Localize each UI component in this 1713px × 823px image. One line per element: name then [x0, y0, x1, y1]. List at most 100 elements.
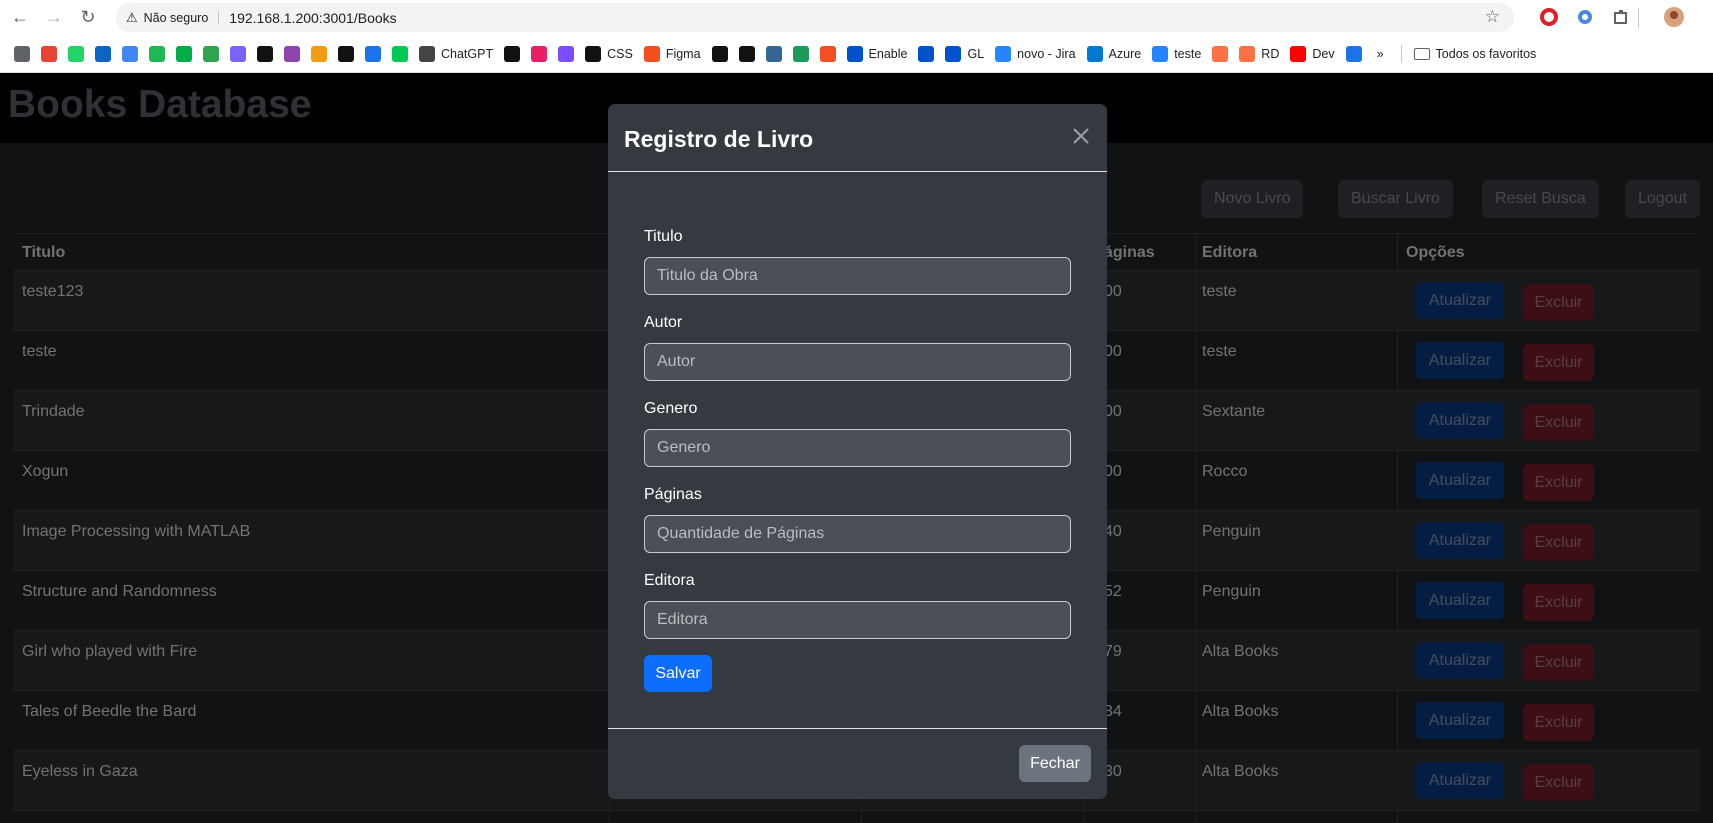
- extensions-puzzle-icon[interactable]: [1610, 6, 1632, 28]
- ampersand-icon: [257, 45, 273, 62]
- bookmark-b[interactable]: [558, 42, 575, 66]
- apps-grid-icon: [14, 45, 30, 62]
- bookmark-circle-i[interactable]: [284, 42, 300, 66]
- a-icon: [504, 45, 521, 62]
- bookmark-meet[interactable]: [176, 42, 192, 66]
- opera-icon[interactable]: [1538, 6, 1560, 28]
- bookmark-stripe[interactable]: [1212, 42, 1229, 66]
- bookmark-a[interactable]: [504, 42, 521, 66]
- folder-icon: [1413, 47, 1430, 60]
- genero-label: Genero: [644, 400, 698, 417]
- x-icon: [338, 45, 354, 62]
- bookmark-spotify[interactable]: [149, 42, 165, 66]
- elephant-icon: [765, 45, 782, 62]
- bookmark-label: ChatGPT: [441, 46, 494, 61]
- circle-i-icon: [284, 45, 300, 62]
- gl-icon: [945, 45, 962, 62]
- url-text[interactable]: 192.168.1.200:3001/Books: [229, 10, 396, 26]
- stripe-icon: [1212, 45, 1229, 62]
- editora-label: Editora: [644, 572, 695, 589]
- bookmark-figma[interactable]: Figma: [643, 42, 701, 66]
- autor-input[interactable]: [644, 343, 1071, 381]
- modal-title: Registro de Livro: [624, 126, 814, 152]
- bookmark-m[interactable]: CSS: [585, 42, 633, 66]
- bookmark-gmail[interactable]: [41, 42, 57, 66]
- mongo-icon: [738, 45, 755, 62]
- bookmark-mongo[interactable]: [738, 42, 755, 66]
- titulo-label: Titulo: [644, 228, 683, 245]
- genero-input[interactable]: [644, 429, 1071, 467]
- bookmark-linkedin[interactable]: [95, 42, 111, 66]
- editora-input[interactable]: [644, 601, 1071, 639]
- gmail-icon: [41, 45, 57, 62]
- bookmark-label: Azure: [1108, 46, 1142, 61]
- browser-toolbar: ← → ↻ ⚠ Não seguro 192.168.1.200:3001/Bo…: [0, 0, 1713, 35]
- bookmark-apps-grid[interactable]: [14, 42, 30, 66]
- bookmark-enable[interactable]: Enable: [846, 42, 908, 66]
- bookmark-translate[interactable]: [122, 42, 138, 66]
- paginas-label: Páginas: [644, 486, 702, 503]
- b-icon: [558, 45, 575, 62]
- w-icon: [792, 45, 809, 62]
- favorites-label: Todos os favoritos: [1435, 46, 1537, 61]
- bookmark-github[interactable]: [711, 42, 728, 66]
- paginas-input[interactable]: [644, 515, 1071, 553]
- bookmark-label: CSS: [607, 46, 633, 61]
- bookmark-f[interactable]: [531, 42, 548, 66]
- rk-icon: [392, 45, 408, 62]
- bookmark-ef[interactable]: [230, 42, 246, 66]
- bookmark-c[interactable]: [365, 42, 381, 66]
- bookmark-w[interactable]: [792, 42, 809, 66]
- azure-icon: [1086, 45, 1103, 62]
- toolbar-divider: [1638, 8, 1639, 28]
- bookmark-jira[interactable]: novo - Jira: [995, 42, 1076, 66]
- bookmark-gl[interactable]: GL: [945, 42, 984, 66]
- forward-icon[interactable]: →: [40, 4, 68, 32]
- jira2-icon: [1152, 45, 1169, 62]
- bookmark-star-icon[interactable]: ☆: [1485, 7, 1500, 27]
- warning-icon: ⚠: [126, 9, 138, 25]
- bookmark-youtube[interactable]: Dev: [1290, 42, 1335, 66]
- bookmark-azure[interactable]: Azure: [1086, 42, 1142, 66]
- extension-c-icon[interactable]: [1574, 6, 1596, 28]
- reload-icon[interactable]: ↻: [74, 4, 102, 32]
- bookmark-clover[interactable]: [203, 42, 219, 66]
- spotify-icon: [149, 45, 165, 62]
- bookmark-label: Figma: [665, 46, 701, 61]
- bookmark-label: RD: [1261, 46, 1280, 61]
- bookmark-x[interactable]: [338, 42, 354, 66]
- profile-avatar[interactable]: [1663, 6, 1685, 28]
- address-bar[interactable]: ⚠ Não seguro 192.168.1.200:3001/Books ☆: [116, 3, 1514, 32]
- security-indicator[interactable]: Não seguro: [144, 10, 220, 25]
- bookmark-check[interactable]: [1345, 42, 1362, 66]
- save-button[interactable]: Salvar: [644, 655, 712, 692]
- figma-icon: [643, 45, 660, 62]
- bookmark-atlassian[interactable]: [918, 42, 935, 66]
- titulo-input[interactable]: [644, 257, 1071, 295]
- more-bookmarks-icon[interactable]: »: [1377, 42, 1384, 66]
- bookmark-rd[interactable]: RD: [1239, 42, 1279, 66]
- translate-icon: [122, 45, 138, 62]
- jira-icon: [995, 45, 1012, 62]
- bookmark-label: novo - Jira: [1017, 46, 1076, 61]
- bookmarks-bar: ChatGPT CSS Figma Enable GL novo - Jira Azure t…: [0, 35, 1713, 73]
- bookmark-jira2[interactable]: teste: [1152, 42, 1201, 66]
- meet-icon: [176, 45, 192, 62]
- whatsapp-icon: [68, 45, 84, 62]
- chatgpt-icon: [419, 45, 435, 62]
- bookmark-label: Enable: [868, 46, 908, 61]
- close-button[interactable]: Fechar: [1019, 745, 1091, 782]
- bookmark-label: teste: [1174, 46, 1202, 61]
- back-icon[interactable]: ←: [6, 4, 34, 32]
- bookmark-elephant[interactable]: [765, 42, 782, 66]
- bookmark-rk[interactable]: [392, 42, 408, 66]
- bookmark-rtve[interactable]: [311, 42, 327, 66]
- bookmark-microsoft[interactable]: [819, 42, 836, 66]
- bookmark-label: GL: [967, 46, 985, 61]
- close-icon[interactable]: [1069, 124, 1093, 148]
- bookmark-whatsapp[interactable]: [68, 42, 84, 66]
- bookmark-ampersand[interactable]: [257, 42, 273, 66]
- bookmark-chatgpt[interactable]: ChatGPT: [419, 42, 493, 66]
- all-favorites-folder[interactable]: Todos os favoritos: [1413, 42, 1537, 66]
- bookmark-label: Dev: [1312, 46, 1335, 61]
